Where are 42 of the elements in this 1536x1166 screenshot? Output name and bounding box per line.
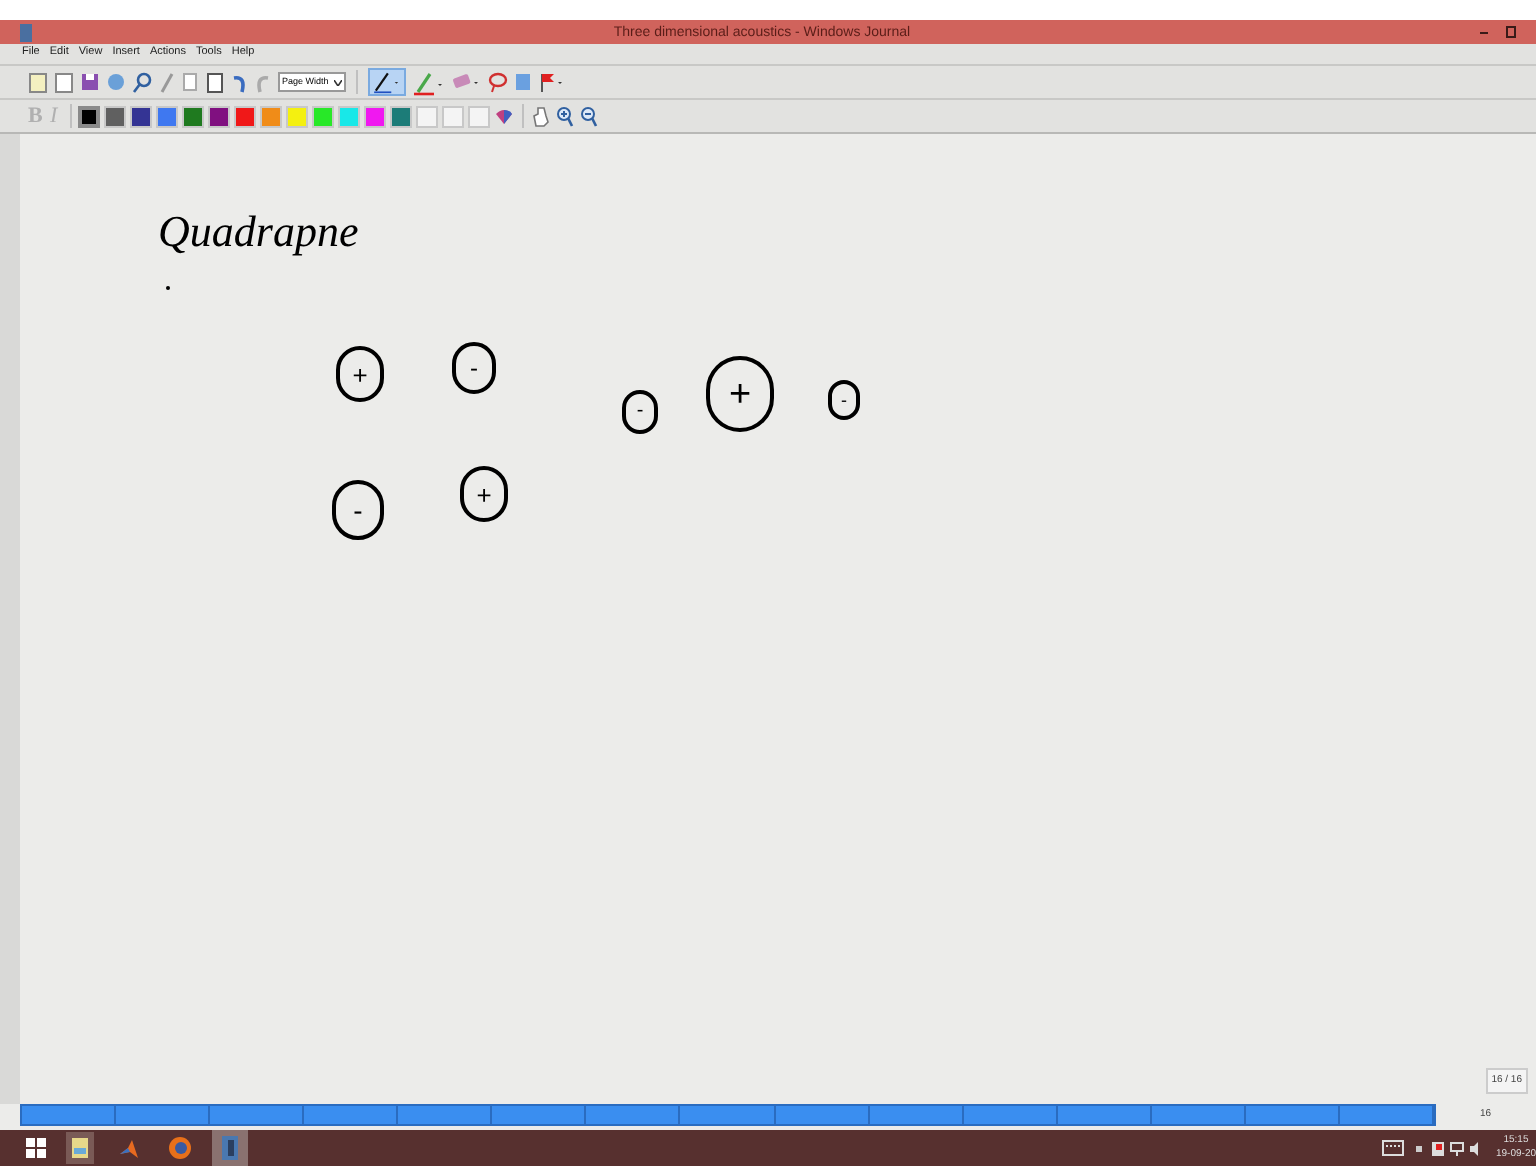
color-swatch[interactable] bbox=[286, 105, 308, 127]
restore-icon[interactable] bbox=[1506, 26, 1516, 38]
notepad-app-icon[interactable] bbox=[66, 1132, 94, 1164]
zoom-out-icon[interactable] bbox=[578, 105, 598, 127]
handwritten-heading: Quadrapne bbox=[158, 210, 359, 254]
firefox-icon[interactable] bbox=[168, 1136, 192, 1160]
speaker-icon[interactable] bbox=[1469, 1141, 1484, 1155]
minimize-icon[interactable] bbox=[1480, 31, 1488, 33]
color-swatch[interactable] bbox=[234, 105, 256, 127]
keyboard-icon[interactable] bbox=[1381, 1140, 1404, 1156]
journal-app-icon[interactable] bbox=[212, 1130, 248, 1166]
color-swatch[interactable] bbox=[104, 105, 126, 127]
caret-icon bbox=[334, 79, 342, 85]
save-icon[interactable] bbox=[80, 72, 100, 92]
app-icon bbox=[20, 23, 32, 41]
color-swatch[interactable] bbox=[390, 105, 412, 127]
color-swatch[interactable] bbox=[78, 105, 100, 127]
paste-icon[interactable] bbox=[206, 71, 224, 93]
document-icon[interactable] bbox=[54, 71, 74, 93]
color-swatch[interactable] bbox=[130, 105, 152, 127]
flag-tray-icon[interactable] bbox=[1431, 1141, 1444, 1155]
color-swatch[interactable] bbox=[442, 105, 464, 127]
color-swatch[interactable] bbox=[208, 105, 230, 127]
pen-tool-icon[interactable] bbox=[368, 68, 406, 96]
color-swatch[interactable] bbox=[364, 105, 386, 127]
hand-icon[interactable] bbox=[532, 105, 550, 127]
color-swatch[interactable] bbox=[416, 105, 438, 127]
color-swatch[interactable] bbox=[468, 105, 490, 127]
windows-start-icon[interactable] bbox=[26, 1138, 46, 1158]
color-swatch[interactable] bbox=[312, 105, 334, 127]
undo-icon[interactable] bbox=[230, 71, 248, 93]
color-swatch[interactable] bbox=[156, 105, 178, 127]
network-icon[interactable] bbox=[1449, 1141, 1464, 1155]
lasso-icon[interactable] bbox=[488, 71, 508, 93]
new-page-icon[interactable] bbox=[28, 71, 48, 93]
zoom-in-icon[interactable] bbox=[554, 105, 574, 127]
color-swatch[interactable] bbox=[260, 105, 282, 127]
color-wheel-icon[interactable] bbox=[494, 106, 514, 126]
matlab-icon[interactable] bbox=[118, 1137, 140, 1159]
search-icon[interactable] bbox=[132, 71, 152, 93]
color-swatch[interactable] bbox=[182, 105, 204, 127]
color-swatch[interactable] bbox=[338, 105, 360, 127]
